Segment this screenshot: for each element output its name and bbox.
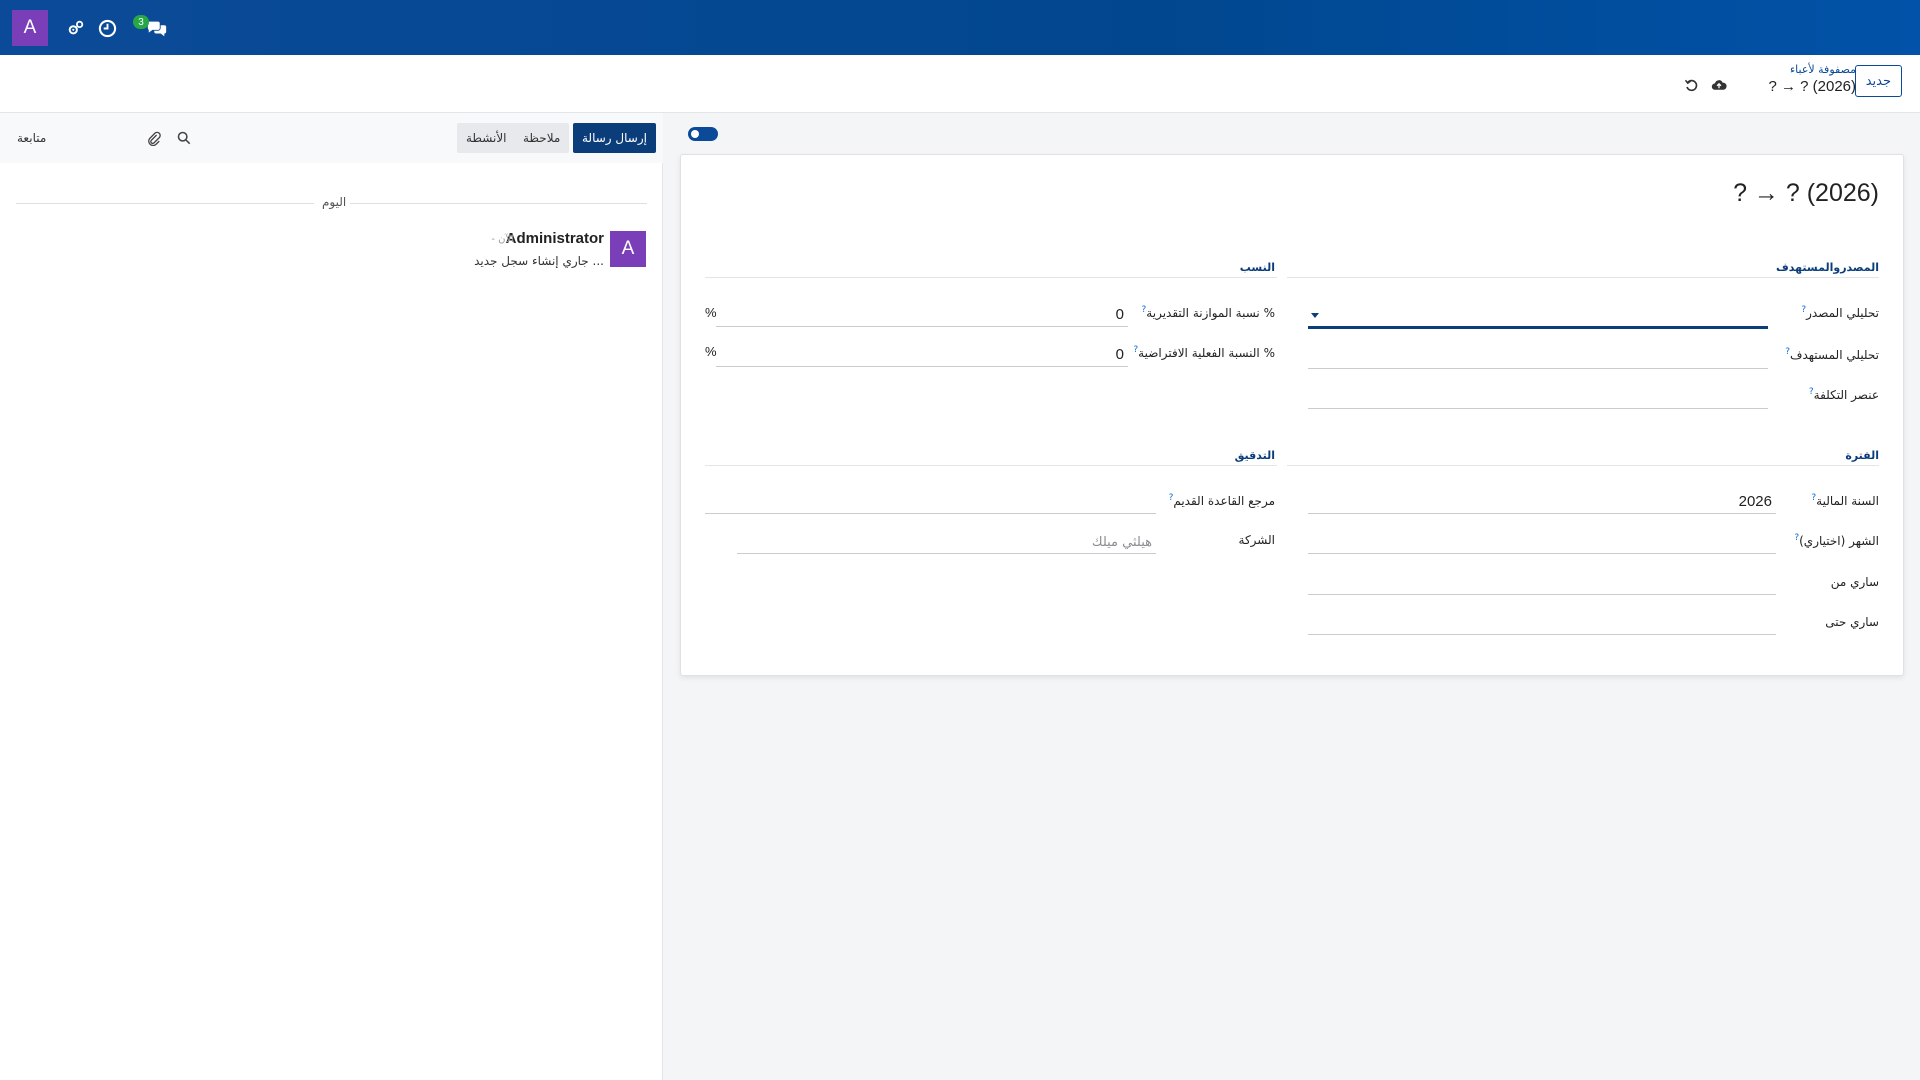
paperclip-icon[interactable] [146,130,162,146]
date-separator-line [350,203,647,204]
dropdown-caret-icon[interactable] [1311,313,1319,318]
cost-element-input[interactable] [1308,383,1768,409]
valid-to-label: ساري حتى [1825,615,1879,629]
group-title-ratios: النسب [1239,261,1275,274]
undo-discard-icon[interactable] [1682,76,1700,94]
record-title: ? → ? (2026) [1733,179,1879,207]
settings-cog-icon[interactable] [64,16,88,40]
top-navbar: A 3 [0,0,1920,55]
company-input[interactable]: هيلثي ميلك [737,528,1156,554]
cost-element-label: ?عنصر التكلفة [1808,387,1879,402]
form-toggle-switch[interactable] [688,127,718,141]
group-divider [705,465,1277,466]
search-icon[interactable] [176,130,192,146]
budget-ratio-input[interactable]: 0 [716,301,1128,327]
send-message-button[interactable]: إرسال رسالة [573,123,656,153]
source-analytic-label: ?تحليلي المصدر [1801,305,1879,320]
clock-icon[interactable] [95,16,119,40]
target-analytic-input[interactable] [1308,343,1768,369]
percent-unit: % [705,344,717,359]
percent-unit: % [705,305,717,320]
message-author-avatar[interactable]: A [610,231,646,267]
message-timestamp: - الآن [491,234,514,245]
actual-ratio-label: ?النسبة الفعلية الافتراضية % [1133,345,1275,360]
valid-from-input[interactable] [1308,569,1776,595]
new-button[interactable]: جديد [1854,65,1902,97]
chatter-toolbar: إرسال رسالة ملاحظة الأنشطة متابعة [0,113,663,163]
valid-from-label: ساري من [1830,575,1879,589]
date-separator-line [16,203,314,204]
fiscal-year-label: ?السنة المالية [1811,493,1879,508]
legacy-ref-input[interactable] [705,488,1156,514]
company-label: الشركة [1238,533,1275,547]
group-title-period: الفترة [1845,449,1879,462]
date-separator-label: اليوم [318,195,351,209]
form-sheet: ? → ? (2026) المصدروالمستهدف ?تحليلي الم… [680,154,1904,676]
cloud-upload-icon[interactable] [1710,76,1728,94]
actual-ratio-input[interactable]: 0 [716,341,1128,367]
chat-count-badge: 3 [133,15,149,29]
legacy-ref-label: ?مرجع القاعدة القديم [1168,493,1275,508]
control-panel: مصفوفة لأعباء ? → ? (2026) جديد [0,55,1920,113]
activities-button[interactable]: الأنشطة [457,123,516,153]
chatter-panel: إرسال رسالة ملاحظة الأنشطة متابعة اليوم … [0,113,663,1080]
group-title-source-target: المصدروالمستهدف [1776,261,1879,274]
month-input[interactable] [1308,528,1776,554]
group-title-audit: التدقيق [1234,449,1275,462]
month-label: ?الشهر (اختياري) [1794,533,1879,548]
follow-button[interactable]: متابعة [17,131,46,145]
fiscal-year-input[interactable]: 2026 [1308,488,1776,514]
breadcrumb: مصفوفة لأعباء ? → ? (2026) [1768,63,1856,97]
group-divider [1287,465,1879,466]
group-divider [705,277,1277,278]
breadcrumb-current: ? → ? (2026) [1768,78,1856,95]
log-note-button[interactable]: ملاحظة [514,123,570,153]
valid-to-input[interactable] [1308,609,1776,635]
user-avatar[interactable]: A [12,10,48,46]
message-author-name[interactable]: Administrator [506,230,604,247]
target-analytic-label: ?تحليلي المستهدف [1785,347,1879,362]
budget-ratio-label: ?نسبة الموازنة التقديرية % [1141,305,1275,320]
source-analytic-input[interactable] [1308,303,1768,329]
message-body: جاري إنشاء سجل جديد ... [474,254,604,268]
breadcrumb-parent-link[interactable]: مصفوفة لأعباء [1768,63,1856,77]
group-divider [1287,277,1879,278]
